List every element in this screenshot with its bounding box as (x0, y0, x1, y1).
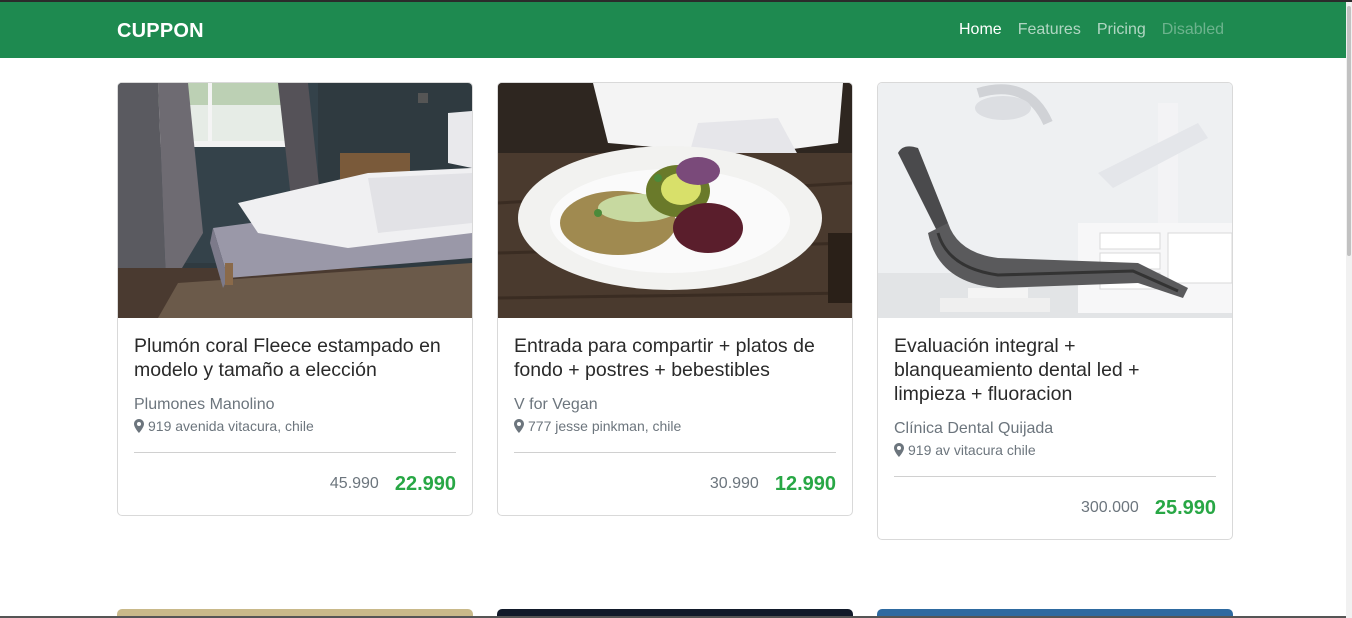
page-scrollbar[interactable] (1346, 2, 1352, 618)
nav-disabled: Disabled (1161, 21, 1224, 38)
deal-image-bedroom[interactable] (118, 83, 472, 318)
bedroom-photo (118, 83, 472, 318)
merchant-name: V for Vegan (514, 396, 598, 413)
discount-price: 25.990 (1154, 496, 1216, 519)
map-pin-icon (514, 419, 524, 433)
merchant-address: 919 avenida vitacura, chile (134, 418, 456, 434)
map-pin-icon (894, 443, 904, 457)
address-text: 777 jesse pinkman, chile (528, 418, 682, 434)
merchant-address: 919 av vitacura chile (894, 442, 1216, 458)
original-price: 45.990 (329, 475, 379, 492)
nav-home[interactable]: Home (959, 21, 1002, 39)
food-photo (498, 83, 852, 318)
deal-title[interactable]: Plumón coral Fleece estampado en modelo … (134, 334, 456, 382)
nav-features[interactable]: Features (1018, 21, 1081, 39)
original-price: 30.990 (709, 475, 759, 492)
discount-price: 22.990 (394, 472, 456, 495)
deal-title[interactable]: Entrada para compartir + platos de fondo… (514, 334, 836, 382)
merchant-name: Clínica Dental Quijada (894, 420, 1054, 437)
brand-logo[interactable]: CUPPON (117, 20, 204, 43)
deal-image-dental[interactable] (878, 83, 1232, 318)
deal-card[interactable]: Plumón coral Fleece estampado en modelo … (117, 82, 473, 516)
scrollbar-thumb[interactable] (1347, 6, 1351, 256)
merchant-address: 777 jesse pinkman, chile (514, 418, 836, 434)
discount-price: 12.990 (774, 472, 836, 495)
price-row: 30.990 12.990 (514, 453, 836, 515)
original-price: 300.000 (1080, 499, 1139, 516)
nav-menu: Home Features Pricing Disabled (959, 21, 1224, 39)
navbar: CUPPON Home Features Pricing Disabled (0, 2, 1352, 58)
price-row: 300.000 25.990 (894, 477, 1216, 539)
price-row: 45.990 22.990 (134, 453, 456, 515)
merchant-name: Plumones Manolino (134, 396, 275, 413)
address-text: 919 avenida vitacura, chile (148, 418, 314, 434)
dental-clinic-photo (878, 83, 1232, 318)
map-pin-icon (134, 419, 144, 433)
deal-title[interactable]: Evaluación integral + blanqueamiento den… (894, 334, 1216, 406)
deal-image-food[interactable] (498, 83, 852, 318)
nav-pricing[interactable]: Pricing (1097, 21, 1146, 39)
deal-card[interactable]: Evaluación integral + blanqueamiento den… (877, 82, 1233, 540)
address-text: 919 av vitacura chile (908, 442, 1036, 458)
deal-card[interactable]: Entrada para compartir + platos de fondo… (497, 82, 853, 516)
